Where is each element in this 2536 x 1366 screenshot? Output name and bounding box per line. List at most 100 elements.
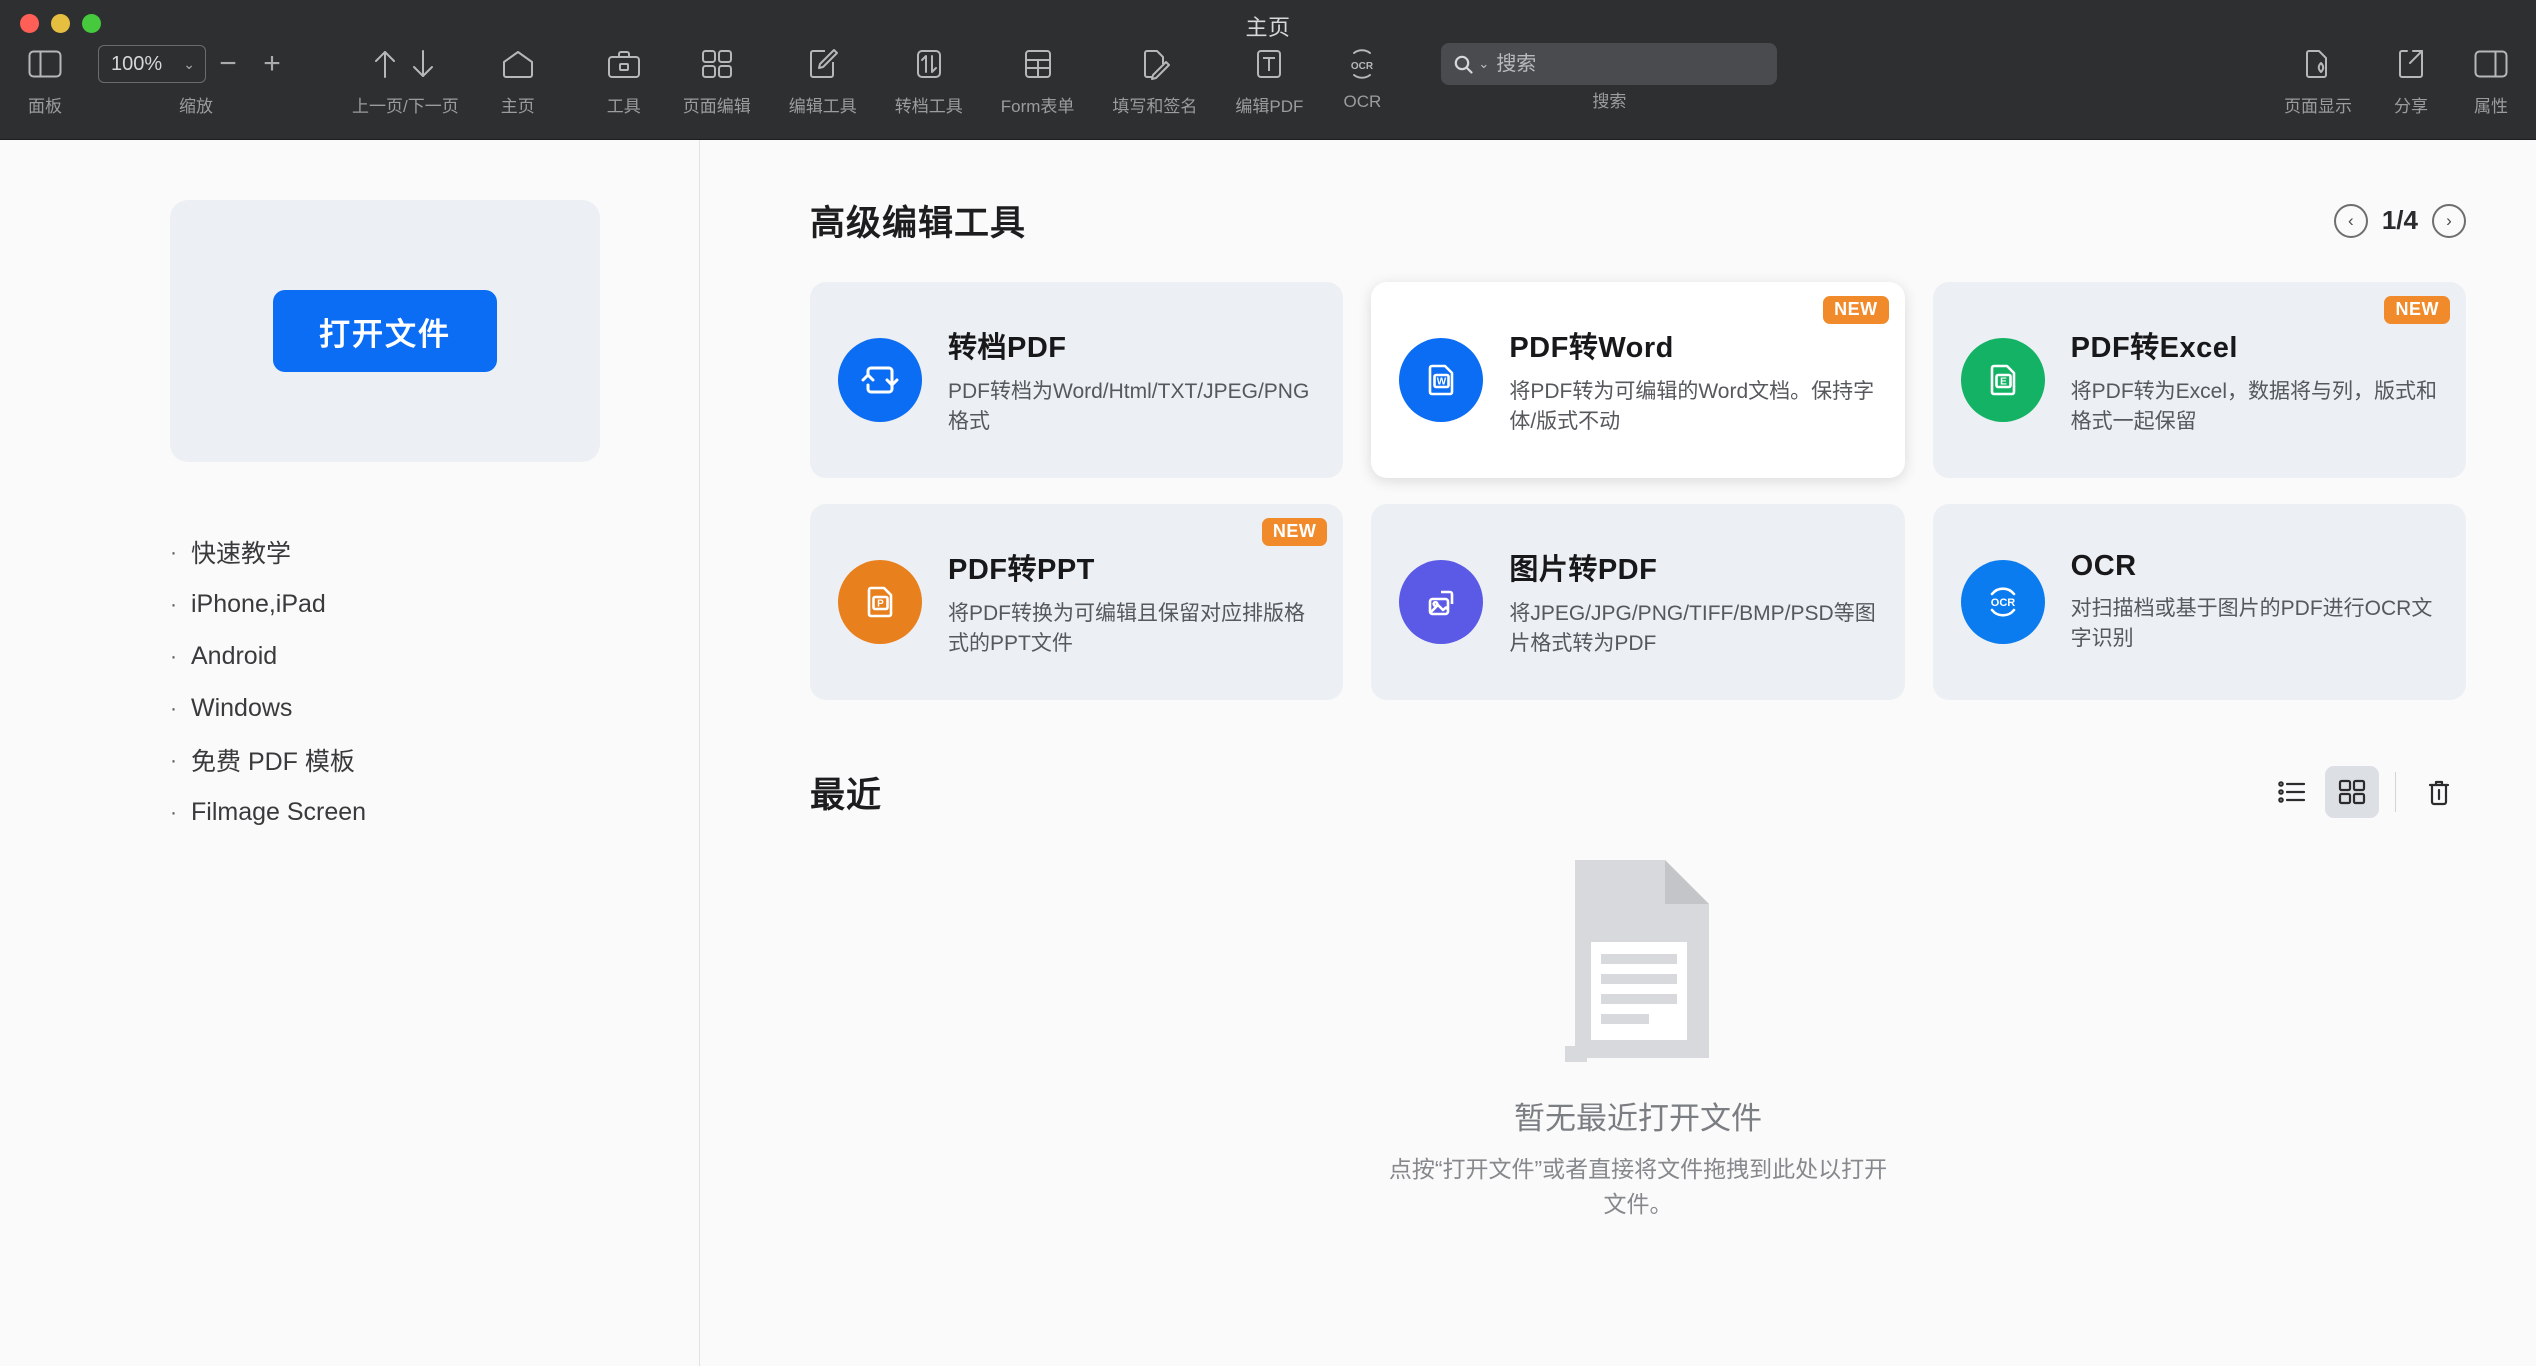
zoom-out-button[interactable]: − (206, 44, 250, 84)
toolbar-item-page-display[interactable]: 页面显示 (2278, 38, 2358, 117)
zoom-level-select[interactable]: 100% ⌄ (98, 45, 206, 83)
toolbar-item-share[interactable]: 分享 (2384, 38, 2438, 117)
toolbar-label-form: Form表单 (1000, 97, 1075, 116)
svg-text:OCR: OCR (1351, 61, 1374, 72)
tool-card-ocr[interactable]: OCR OCR 对扫描档或基于图片的PDF进行OCR文字识别 (1932, 504, 2466, 700)
convert-pdf-icon (838, 338, 922, 422)
tool-card-desc: 将JPEG/JPG/PNG/TIFF/BMP/PSD等图片格式转为PDF (1509, 601, 1876, 655)
tool-card-desc: PDF转档为Word/Html/TXT/JPEG/PNG格式 (948, 379, 1310, 433)
toolbar-item-page-edit[interactable]: 页面编辑 (677, 38, 757, 117)
toolbar-item-home[interactable]: 主页 (491, 38, 545, 117)
tool-card-desc: 对扫描档或基于图片的PDF进行OCR文字识别 (2070, 597, 2433, 650)
recent-toolbar (2265, 766, 2466, 818)
prev-next-page-icon (363, 38, 447, 90)
sidebar-item-label: Windows (191, 693, 293, 722)
prev-page-button[interactable]: ‹ (2333, 203, 2368, 238)
svg-text:E: E (2000, 377, 2007, 388)
svg-text:OCR: OCR (1990, 597, 2015, 609)
toolbar-item-panel[interactable]: 面板 (18, 38, 72, 117)
word-doc-icon: W (1399, 338, 1484, 422)
sidebar-item-windows[interactable]: · Windows (170, 682, 699, 734)
toolbar-item-ocr[interactable]: OCR OCR (1335, 38, 1389, 112)
sidebar-item-iphone-ipad[interactable]: · iPhone,iPad (170, 578, 699, 630)
tool-card-title: PDF转PPT (948, 553, 1095, 586)
new-badge: NEW (1823, 296, 1889, 324)
toolbar-label-home: 主页 (500, 97, 535, 116)
sidebar-item-label: 快速教学 (191, 540, 292, 568)
list-view-icon[interactable] (2265, 766, 2319, 818)
toolbar-label-page-display: 页面显示 (2284, 97, 2352, 116)
sidebar-item-quick-tutorial[interactable]: · 快速教学 (170, 526, 699, 578)
divider (2395, 772, 2396, 812)
tool-card-grid: 转档PDF PDF转档为Word/Html/TXT/JPEG/PNG格式 NEW… (810, 282, 2466, 700)
trash-icon[interactable] (2412, 766, 2466, 818)
toolbar-label-prev-next-page: 上一页/下一页 (352, 97, 459, 116)
toolbar-item-form[interactable]: Form表单 (995, 38, 1081, 117)
toolbar-label-ocr: OCR (1343, 92, 1382, 111)
page-indicator: 1/4 (2381, 205, 2418, 235)
tool-card-pdf-to-excel[interactable]: NEW E PDF转Excel 将PDF转为Excel，数据将与列，版式和格式一… (1932, 282, 2466, 478)
toolbar-item-edit-pdf[interactable]: 编辑PDF (1229, 38, 1309, 117)
home-icon (501, 38, 535, 90)
toolbar-item-edit-tools[interactable]: 编辑工具 (783, 38, 863, 117)
search-icon (1453, 54, 1474, 75)
recent-header: 最近 (810, 766, 2466, 818)
properties-panel-icon (2474, 38, 2508, 90)
toolbar-label-edit-tools: 编辑工具 (788, 97, 857, 116)
open-file-panel: 打开文件 (170, 200, 600, 462)
tool-card-desc: 将PDF转为Excel，数据将与列，版式和格式一起保留 (2070, 379, 2438, 433)
toolbar-item-prev-next-page[interactable]: 上一页/下一页 (346, 38, 465, 117)
toolbox-icon (607, 38, 641, 90)
toolbar-label-zoom: 缩放 (179, 97, 213, 116)
sidebar-item-android[interactable]: · Android (170, 630, 699, 682)
recent-empty-state: 暂无最近打开文件 点按“打开文件”或者直接将文件拖拽到此处以打开文件。 (810, 854, 2466, 1221)
bullet-icon: · (170, 592, 177, 616)
tool-card-image-to-pdf[interactable]: 图片转PDF 将JPEG/JPG/PNG/TIFF/BMP/PSD等图片格式转为… (1371, 504, 1905, 700)
toolbar-item-fill-and-sign[interactable]: 填写和签名 (1106, 38, 1203, 117)
tool-card-convert-pdf[interactable]: 转档PDF PDF转档为Word/Html/TXT/JPEG/PNG格式 (810, 282, 1344, 478)
form-table-icon (1022, 38, 1054, 90)
toolbar-item-search: ⌄ 搜索 (1441, 38, 1778, 112)
edit-tools-pencil-icon (807, 38, 839, 90)
toolbar-item-tools[interactable]: 工具 (597, 38, 651, 117)
grid-view-icon[interactable] (2325, 766, 2379, 818)
tool-card-title: PDF转Word (1509, 331, 1674, 364)
bullet-icon: · (170, 540, 177, 564)
sidebar-item-filmage-screen[interactable]: · Filmage Screen (170, 786, 699, 838)
document-placeholder-icon (1557, 854, 1719, 1069)
tool-card-desc: 将PDF转为可编辑的Word文档。保持字体/版式不动 (1509, 379, 1875, 433)
sidebar-item-label: Filmage Screen (191, 797, 367, 826)
advanced-tools-header: 高级编辑工具 ‹ 1/4 › (810, 195, 2466, 246)
toolbar-label-convert-tools: 转档工具 (894, 97, 963, 116)
empty-state-title: 暂无最近打开文件 (1514, 1101, 1762, 1136)
open-file-button[interactable]: 打开文件 (273, 290, 497, 372)
next-page-button[interactable]: › (2432, 203, 2466, 238)
app-window: 主页 面板 100% ⌄ − + 缩放 上一页/下一页 主页 工具 页面编辑 编… (0, 0, 2536, 1366)
toolbar-item-properties[interactable]: 属性 (2464, 38, 2518, 117)
svg-text:P: P (877, 599, 884, 610)
tool-card-desc: 将PDF转换为可编辑且保留对应排版格式的PPT文件 (948, 601, 1305, 655)
zoom-in-button[interactable]: + (250, 44, 294, 84)
toolbar-label-page-edit: 页面编辑 (682, 97, 751, 116)
tool-card-pdf-to-word[interactable]: NEW W PDF转Word 将PDF转为可编辑的Word文档。保持字体/版式不… (1371, 282, 1905, 478)
bullet-icon: · (170, 748, 177, 772)
sidebar-link-list: · 快速教学 · iPhone,iPad · Android · Windows… (170, 526, 699, 838)
tool-card-pdf-to-ppt[interactable]: NEW P PDF转PPT 将PDF转换为可编辑且保留对应排版格式的PPT文件 (810, 504, 1344, 700)
toolbar-item-zoom: 100% ⌄ − + 缩放 (98, 38, 294, 117)
zoom-level-value: 100% (111, 52, 163, 75)
toolbar-label-search: 搜索 (1592, 92, 1627, 111)
sidebar: 打开文件 · 快速教学 · iPhone,iPad · Android · Wi… (0, 140, 700, 1366)
tool-card-title: PDF转Excel (2070, 331, 2238, 364)
sidebar-item-free-pdf-templates[interactable]: · 免费 PDF 模板 (170, 734, 699, 786)
search-box[interactable]: ⌄ (1441, 43, 1778, 85)
content-area: 打开文件 · 快速教学 · iPhone,iPad · Android · Wi… (0, 140, 2536, 1366)
search-scope-chevron-icon[interactable]: ⌄ (1478, 56, 1489, 72)
sidebar-item-label: 免费 PDF 模板 (191, 748, 355, 776)
toolbar-label-panel: 面板 (28, 97, 62, 116)
page-display-icon (2302, 38, 2334, 90)
search-input[interactable] (1496, 52, 1766, 76)
sidebar-item-label: Android (191, 641, 278, 670)
toolbar-item-convert-tools[interactable]: 转档工具 (889, 38, 969, 117)
convert-tools-icon (913, 38, 945, 90)
tool-card-title: OCR (2070, 550, 2137, 583)
